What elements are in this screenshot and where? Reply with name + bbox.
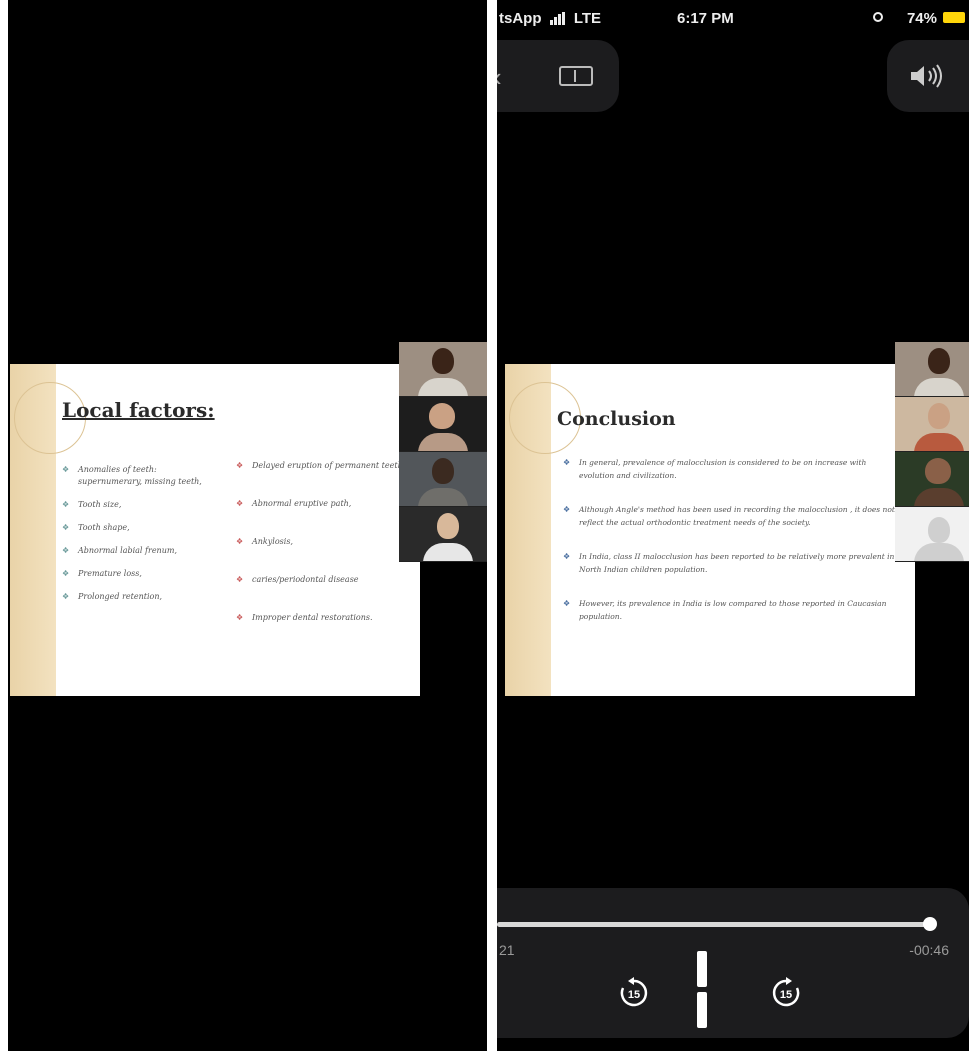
participant-video[interactable] bbox=[895, 452, 969, 507]
left-video-panel: Local factors: Anomalies of teeth: super… bbox=[8, 0, 487, 1051]
slide-conclusion: Conclusion In general, prevalence of mal… bbox=[505, 364, 915, 696]
scrubber-progress bbox=[497, 922, 930, 927]
list-item: Tooth shape, bbox=[62, 522, 212, 534]
factors-list-b: Delayed eruption of permanent teeth Abno… bbox=[236, 460, 420, 650]
participant-video[interactable] bbox=[399, 397, 487, 452]
participant-avatar-placeholder[interactable] bbox=[895, 507, 969, 562]
skip-forward-button[interactable]: 15 bbox=[769, 976, 803, 1010]
back-chevron-icon[interactable]: ‹ bbox=[497, 62, 502, 93]
location-icon bbox=[873, 12, 883, 22]
list-item: Delayed eruption of permanent teeth bbox=[236, 460, 420, 472]
battery-percent: 74% bbox=[906, 10, 937, 27]
list-item: Although Angle's method has been used in… bbox=[563, 503, 903, 529]
list-item: In India, class II malocclusion has been… bbox=[563, 550, 903, 576]
list-item: Improper dental restorations. bbox=[236, 612, 420, 624]
media-player-controls: 21 -00:46 15 15 bbox=[497, 888, 969, 1038]
participant-thumbnails bbox=[895, 342, 969, 562]
conclusion-list: In general, prevalence of malocclusion i… bbox=[563, 456, 903, 644]
slide-decor-strip bbox=[505, 364, 581, 696]
top-left-controls: ‹ bbox=[497, 40, 619, 112]
list-item: Abnormal eruptive path, bbox=[236, 498, 420, 510]
list-item: Tooth size, bbox=[62, 499, 212, 511]
pause-button[interactable] bbox=[693, 951, 727, 1028]
slide-title: Conclusion bbox=[557, 408, 676, 430]
slide-title: Local factors: bbox=[62, 398, 215, 422]
list-item: In general, prevalence of malocclusion i… bbox=[563, 456, 903, 482]
slide-decor-strip bbox=[10, 364, 86, 696]
participant-video[interactable] bbox=[399, 452, 487, 507]
battery-icon bbox=[943, 12, 965, 23]
right-video-panel: tsApp LTE 6:17 PM 74% ‹ Conclusion In ge… bbox=[497, 0, 969, 1051]
remaining-time: -00:46 bbox=[909, 942, 949, 958]
participant-video[interactable] bbox=[895, 397, 969, 452]
status-bar: tsApp LTE 6:17 PM 74% bbox=[497, 0, 969, 36]
aspect-ratio-icon[interactable] bbox=[559, 66, 593, 86]
participant-video[interactable] bbox=[399, 342, 487, 397]
skip-forward-label: 15 bbox=[780, 989, 792, 1001]
list-item: However, its prevalence in India is low … bbox=[563, 597, 903, 623]
carrier-label: tsApp LTE bbox=[499, 10, 602, 29]
list-item: Anomalies of teeth: supernumerary, missi… bbox=[62, 464, 212, 488]
list-item: Abnormal labial frenum, bbox=[62, 545, 212, 557]
volume-icon bbox=[911, 64, 942, 88]
signal-icon bbox=[549, 12, 566, 29]
participant-video[interactable] bbox=[895, 342, 969, 397]
volume-button[interactable] bbox=[887, 40, 969, 112]
list-item: Premature loss, bbox=[62, 568, 212, 580]
elapsed-time: 21 bbox=[499, 942, 515, 958]
skip-back-label: 15 bbox=[628, 989, 640, 1001]
list-item: caries/periodontal disease bbox=[236, 574, 420, 586]
list-item: Ankylosis, bbox=[236, 536, 420, 548]
scrubber-handle[interactable] bbox=[922, 917, 937, 931]
status-time: 6:17 PM bbox=[677, 10, 734, 27]
skip-back-15-icon: 15 bbox=[620, 977, 648, 1007]
participant-thumbnails bbox=[399, 342, 487, 562]
scrubber-track[interactable] bbox=[497, 917, 937, 931]
factors-list-a: Anomalies of teeth: supernumerary, missi… bbox=[62, 464, 212, 614]
pause-icon bbox=[693, 951, 727, 1033]
skip-back-button[interactable]: 15 bbox=[617, 976, 651, 1010]
skip-forward-15-icon: 15 bbox=[772, 977, 800, 1007]
participant-video[interactable] bbox=[399, 507, 487, 562]
list-item: Prolonged retention, bbox=[62, 591, 212, 603]
slide-local-factors: Local factors: Anomalies of teeth: super… bbox=[10, 364, 420, 696]
